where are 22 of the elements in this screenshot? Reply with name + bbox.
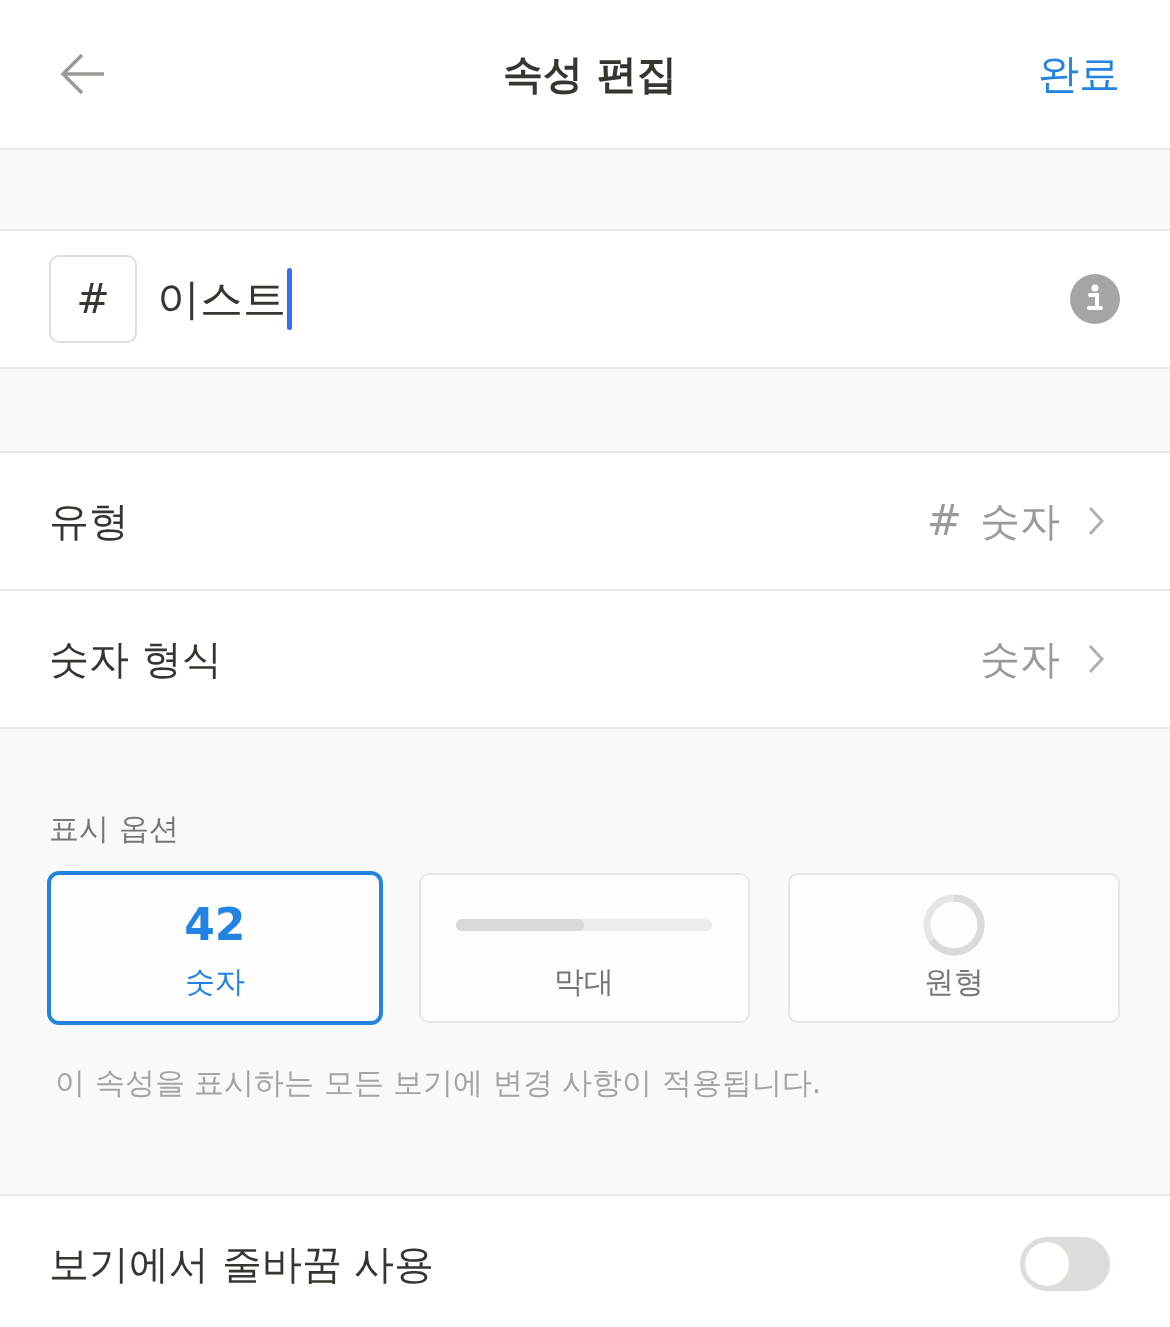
display-option-button[interactable]: 42 숫자	[49, 873, 381, 1023]
chevron-right-icon	[1088, 506, 1104, 536]
page-title: 속성 편집	[503, 50, 677, 98]
row-value: 숫자	[980, 497, 1060, 546]
section-heading: 표시 옵션	[49, 810, 179, 848]
name-input[interactable]: 이스트	[157, 267, 1050, 331]
ring-preview-icon	[923, 894, 986, 956]
display-option-button[interactable]: 원형	[788, 873, 1120, 1023]
help-text: 이 속성을 표시하는 모든 보기에 변경 사항이 적용됩니다.	[55, 1064, 822, 1102]
setting-label: 보기에서 줄바꿈 사용	[49, 1239, 435, 1289]
bar-preview-icon	[456, 919, 713, 931]
hash-symbol: #	[926, 495, 962, 547]
info-icon[interactable]	[1070, 274, 1120, 324]
row-label: 숫자 형식	[49, 635, 222, 684]
display-option-button[interactable]: 막대	[418, 873, 751, 1023]
toggle-switch[interactable]	[1020, 1236, 1110, 1291]
row-label: 유형	[49, 497, 129, 546]
arrow-left-icon[interactable]	[60, 52, 106, 96]
property-icon-button[interactable]: #	[49, 255, 137, 343]
row-value: 숫자	[980, 635, 1060, 684]
chevron-right-icon	[1088, 644, 1104, 674]
done-button[interactable]: 완료	[1038, 50, 1120, 98]
